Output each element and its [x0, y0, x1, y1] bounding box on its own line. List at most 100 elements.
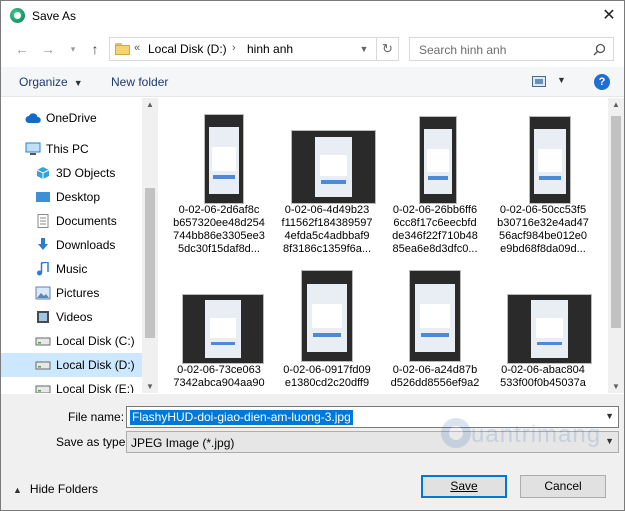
sidebar-item-3d-objects[interactable]: 3D Objects	[1, 161, 142, 185]
search-input[interactable]: Search hinh anh	[409, 37, 614, 61]
close-button[interactable]: ✕	[594, 1, 624, 31]
sidebar-item-label: Local Disk (D:)	[56, 358, 135, 372]
filename-dropdown-icon[interactable]: ▼	[605, 411, 614, 421]
sidebar-item-label: Local Disk (E:)	[56, 382, 135, 393]
forward-button[interactable]: →	[38, 39, 58, 59]
file-name: 0-02-06-a24d87b d526dd8556ef9a2	[390, 364, 480, 389]
filename-label: File name:	[68, 410, 125, 424]
sidebar-item-onedrive[interactable]: OneDrive	[1, 106, 142, 130]
desktop-icon	[35, 190, 51, 204]
sidebar-item-music[interactable]: Music	[1, 257, 142, 281]
file-thumbnail[interactable]	[204, 114, 244, 204]
save-form: File name: FlashyHUD-doi-giao-dien-am-lu…	[1, 394, 624, 464]
file-name: 0-02-06-50cc53f5 b30716e32e4ad47 56acf98…	[497, 204, 589, 255]
file-name: 0-02-06-26bb6ff6 6cc8f17c6eecbfd de346f2…	[392, 204, 478, 255]
music-icon	[35, 261, 51, 276]
file-thumbnail[interactable]	[182, 294, 264, 364]
save-button-label: Save	[450, 479, 478, 493]
app-icon	[10, 8, 25, 23]
nav-scrollbar[interactable]: ▲ ▼	[142, 98, 158, 393]
change-view-icon[interactable]	[532, 76, 546, 87]
chevron-down-icon: ▼	[73, 78, 83, 88]
address-bar[interactable]: « Local Disk (D:) › hinh anh ▼ ↻	[109, 37, 399, 61]
scroll-down-arrow-icon[interactable]: ▼	[142, 382, 158, 391]
organize-label: Organize	[19, 75, 68, 89]
sidebar-item-label: Documents	[56, 214, 117, 228]
nav-scrollbar-thumb[interactable]	[145, 188, 155, 338]
cube-icon	[35, 166, 51, 180]
up-button[interactable]: ↑	[85, 39, 105, 59]
file-thumbnail[interactable]	[291, 130, 376, 204]
drive-icon	[35, 358, 51, 372]
file-name: 0-02-06-0917fd09 e1380cd2c20dff9	[283, 364, 371, 389]
back-button[interactable]: ←	[12, 39, 32, 59]
breadcrumb-local-disk-d[interactable]: Local Disk (D:)	[148, 42, 227, 56]
save-button[interactable]: Save	[421, 475, 507, 498]
video-icon	[35, 310, 51, 324]
file-list: 0-02-06-2d6af8c b657320ee48d254 744bb86e…	[159, 98, 624, 393]
command-bar: Organize ▼ New folder ▼ ?	[1, 67, 624, 97]
title-bar: Save As ✕	[1, 1, 624, 31]
cloud-icon	[25, 111, 41, 125]
sidebar-item-this-pc[interactable]: This PC	[1, 137, 142, 161]
hide-folders-button[interactable]: ▲ Hide Folders	[13, 482, 98, 496]
drive-icon	[35, 334, 51, 348]
save-as-type-label: Save as type:	[56, 435, 129, 449]
sidebar-item-downloads[interactable]: Downloads	[1, 233, 142, 257]
navigation-pane: OneDrive This PC 3D Objects Desktop Document…	[1, 98, 158, 393]
search-icon	[593, 43, 606, 56]
scroll-up-arrow-icon[interactable]: ▲	[608, 100, 624, 109]
address-dropdown-icon[interactable]: ▼	[356, 38, 372, 60]
file-thumbnail[interactable]	[529, 116, 571, 204]
sidebar-item-local-disk-c[interactable]: Local Disk (C:)	[1, 329, 142, 353]
filename-value[interactable]: FlashyHUD-doi-giao-dien-am-luong-3.jpg	[130, 410, 353, 425]
document-icon	[35, 214, 51, 228]
help-icon[interactable]: ?	[594, 74, 610, 90]
filename-field[interactable]: FlashyHUD-doi-giao-dien-am-luong-3.jpg ▼	[126, 406, 619, 428]
sidebar-item-local-disk-e[interactable]: Local Disk (E:)	[1, 377, 142, 393]
sidebar-item-videos[interactable]: Videos	[1, 305, 142, 329]
search-placeholder: Search hinh anh	[419, 43, 507, 57]
breadcrumb-hinh-anh[interactable]: hinh anh	[247, 42, 293, 56]
sidebar-item-label: Music	[56, 262, 88, 276]
file-thumbnail[interactable]	[301, 270, 353, 362]
new-folder-button[interactable]: New folder	[111, 75, 168, 89]
save-as-dialog: Save As ✕ ← → ▾ ↑ « Local Disk (D:) › hi…	[0, 0, 625, 511]
cancel-button[interactable]: Cancel	[520, 475, 606, 498]
chevron-up-icon: ▲	[13, 485, 22, 495]
sidebar-item-label: Local Disk (C:)	[56, 334, 135, 348]
save-as-type-value: JPEG Image (*.jpg)	[131, 436, 235, 450]
drive-icon	[35, 382, 51, 393]
file-name: 0-02-06-abac804 533f00f0b45037a	[500, 364, 586, 389]
view-options-chevron-icon[interactable]: ▼	[557, 75, 566, 85]
sidebar-item-label: Videos	[56, 310, 93, 324]
dialog-footer: ▲ Hide Folders Save Cancel	[1, 464, 624, 510]
scroll-down-arrow-icon[interactable]: ▼	[608, 382, 624, 391]
file-name: 0-02-06-4d49b23 f11562f184389597 4efda5c…	[281, 204, 373, 255]
save-as-type-select[interactable]: JPEG Image (*.jpg) ▼	[126, 431, 619, 453]
file-list-scrollbar-thumb[interactable]	[611, 116, 621, 328]
sidebar-item-label: 3D Objects	[56, 166, 116, 180]
sidebar-item-documents[interactable]: Documents	[1, 209, 142, 233]
sidebar-item-label: Downloads	[56, 238, 116, 252]
sidebar-item-label: Desktop	[56, 190, 101, 204]
sidebar-item-desktop[interactable]: Desktop	[1, 185, 142, 209]
folder-icon	[115, 42, 130, 55]
sidebar-item-label: Pictures	[56, 286, 100, 300]
organize-button[interactable]: Organize ▼	[19, 75, 83, 89]
breadcrumb-separator[interactable]: ›	[232, 42, 236, 54]
scroll-up-arrow-icon[interactable]: ▲	[142, 100, 158, 109]
recent-locations-button[interactable]: ▾	[63, 39, 83, 59]
file-list-scrollbar[interactable]: ▲ ▼	[608, 98, 624, 393]
computer-icon	[25, 142, 41, 156]
download-icon	[35, 238, 51, 252]
overflow-chevron[interactable]: «	[134, 42, 140, 54]
sidebar-item-label: OneDrive	[46, 111, 97, 125]
file-thumbnail[interactable]	[409, 270, 461, 362]
sidebar-item-local-disk-d[interactable]: Local Disk (D:)	[1, 353, 142, 377]
sidebar-item-pictures[interactable]: Pictures	[1, 281, 142, 305]
picture-icon	[35, 286, 51, 300]
file-thumbnail[interactable]	[419, 116, 457, 204]
refresh-icon[interactable]: ↻	[376, 38, 398, 60]
file-thumbnail[interactable]	[507, 294, 592, 364]
